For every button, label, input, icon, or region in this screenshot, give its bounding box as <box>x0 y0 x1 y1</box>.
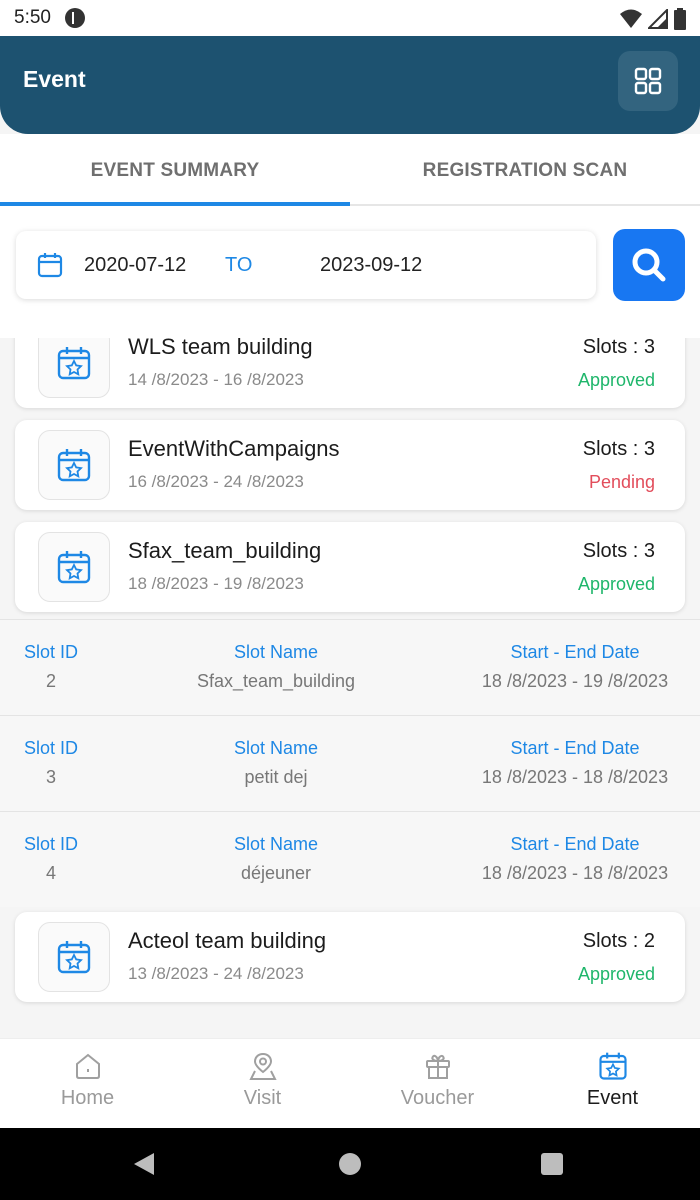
event-icon-box <box>38 430 110 500</box>
nav-visit-label: Visit <box>243 1087 282 1109</box>
event-slots: Slots : 2 <box>582 930 655 952</box>
home-icon <box>75 1053 100 1079</box>
slot-dates-value: 18 /8/2023 - 18 /8/2023 <box>481 767 669 787</box>
start-date-field[interactable]: 2020-07-12 <box>84 254 186 277</box>
slot-id-value: 3 <box>45 767 56 787</box>
slot-row: Slot ID 2 Slot Name Sfax_team_building S… <box>0 619 700 715</box>
date-filter-area: 2020-07-12 TO 2023-09-12 <box>0 206 700 338</box>
status-badge: Pending <box>588 472 655 492</box>
calendar-icon <box>37 253 63 278</box>
status-bar: 5:50 <box>0 0 700 36</box>
slot-dates-value: 18 /8/2023 - 18 /8/2023 <box>481 863 669 883</box>
date-range-picker[interactable]: 2020-07-12 TO 2023-09-12 <box>16 231 596 299</box>
event-title: WLS team building <box>128 338 313 359</box>
event-dates: 14 /8/2023 - 16 /8/2023 <box>128 370 304 389</box>
slot-id-header: Slot ID <box>23 834 79 854</box>
slot-name-header: Slot Name <box>233 642 319 662</box>
slot-id-value: 4 <box>45 863 56 883</box>
map-pin-icon <box>248 1052 277 1080</box>
calendar-star-icon <box>57 347 91 380</box>
slot-dates-header: Start - End Date <box>510 738 640 758</box>
event-title: Acteol team building <box>128 928 327 953</box>
event-title: Sfax_team_building <box>128 538 322 563</box>
slot-id-col: Slot ID 2 <box>8 642 94 692</box>
slot-dates-header: Start - End Date <box>510 642 640 662</box>
battery-icon <box>674 8 686 30</box>
home-button-icon[interactable] <box>339 1153 361 1175</box>
slot-name-value: petit dej <box>244 767 308 787</box>
event-icon-box <box>38 338 110 398</box>
slot-dates-header: Start - End Date <box>510 834 640 854</box>
slot-name-col: Slot Name déjeuner <box>160 834 392 884</box>
event-icon-box <box>38 922 110 992</box>
status-badge: Approved <box>577 964 655 984</box>
event-slots: Slots : 3 <box>582 338 655 358</box>
end-date-field[interactable]: 2023-09-12 <box>320 254 422 277</box>
slot-id-col: Slot ID 4 <box>8 834 94 884</box>
slot-id-col: Slot ID 3 <box>8 738 94 788</box>
status-indicators <box>620 8 686 30</box>
status-badge: Approved <box>577 574 655 594</box>
nav-voucher[interactable]: Voucher <box>350 1039 525 1128</box>
calendar-star-icon <box>598 1052 627 1080</box>
nav-event-label: Event <box>586 1087 639 1109</box>
wifi-icon <box>620 9 642 28</box>
grid-menu-button[interactable] <box>618 51 678 111</box>
slot-name-header: Slot Name <box>233 738 319 758</box>
event-dates: 18 /8/2023 - 19 /8/2023 <box>128 574 304 593</box>
slot-dates-col: Start - End Date 18 /8/2023 - 18 /8/2023 <box>462 834 688 884</box>
slot-row: Slot ID 3 Slot Name petit dej Start - En… <box>0 715 700 811</box>
event-list: WLS team building 14 /8/2023 - 16 /8/202… <box>0 338 700 1038</box>
event-dates: 16 /8/2023 - 24 /8/2023 <box>128 472 304 491</box>
nav-home[interactable]: Home <box>0 1039 175 1128</box>
event-card[interactable]: EventWithCampaigns 16 /8/2023 - 24 /8/20… <box>15 420 685 510</box>
slot-dates-col: Start - End Date 18 /8/2023 - 18 /8/2023 <box>462 738 688 788</box>
event-card[interactable]: Sfax_team_building 18 /8/2023 - 19 /8/20… <box>15 522 685 612</box>
event-card[interactable]: WLS team building 14 /8/2023 - 16 /8/202… <box>15 338 685 408</box>
recent-apps-icon[interactable] <box>541 1153 563 1175</box>
slot-dates-col: Start - End Date 18 /8/2023 - 19 /8/2023 <box>462 642 688 692</box>
event-slots: Slots : 3 <box>582 540 655 562</box>
app-header: Event <box>0 36 700 134</box>
slot-row: Slot ID 4 Slot Name déjeuner Start - End… <box>0 811 700 907</box>
calendar-star-icon <box>57 551 91 584</box>
grid-icon <box>634 67 662 95</box>
bottom-nav: Home Visit Voucher Event <box>0 1038 700 1128</box>
calendar-star-icon <box>57 449 91 482</box>
back-icon[interactable] <box>133 1152 155 1176</box>
tab-registration-scan[interactable]: REGISTRATION SCAN <box>350 134 700 204</box>
slot-id-header: Slot ID <box>23 738 79 758</box>
event-dates: 13 /8/2023 - 24 /8/2023 <box>128 964 304 983</box>
tab-bar: EVENT SUMMARY REGISTRATION SCAN <box>0 134 700 206</box>
page-title: Event <box>23 66 86 92</box>
app-notification-icon <box>64 8 85 28</box>
tab-event-summary[interactable]: EVENT SUMMARY <box>0 134 350 206</box>
gift-icon <box>425 1054 450 1079</box>
slot-name-col: Slot Name petit dej <box>160 738 392 788</box>
system-nav-bar <box>0 1128 700 1200</box>
slot-name-col: Slot Name Sfax_team_building <box>160 642 392 692</box>
slot-name-value: Sfax_team_building <box>196 671 356 691</box>
slot-name-header: Slot Name <box>233 834 319 854</box>
nav-home-label: Home <box>60 1087 115 1109</box>
status-badge: Approved <box>577 370 655 390</box>
event-icon-box <box>38 532 110 602</box>
slot-id-header: Slot ID <box>23 642 79 662</box>
event-card[interactable]: Acteol team building 13 /8/2023 - 24 /8/… <box>15 912 685 1002</box>
nav-visit[interactable]: Visit <box>175 1039 350 1128</box>
calendar-star-icon <box>57 941 91 974</box>
nav-event[interactable]: Event <box>525 1039 700 1128</box>
slot-dates-value: 18 /8/2023 - 19 /8/2023 <box>481 671 669 691</box>
to-label: TO <box>225 253 253 276</box>
status-time: 5:50 <box>14 7 51 28</box>
event-slots: Slots : 3 <box>582 438 655 460</box>
slot-name-value: déjeuner <box>240 863 312 883</box>
event-title: EventWithCampaigns <box>128 436 340 461</box>
nav-voucher-label: Voucher <box>400 1087 475 1109</box>
signal-icon <box>648 9 668 29</box>
slot-id-value: 2 <box>45 671 56 691</box>
search-button[interactable] <box>613 229 685 301</box>
search-icon <box>632 248 666 282</box>
